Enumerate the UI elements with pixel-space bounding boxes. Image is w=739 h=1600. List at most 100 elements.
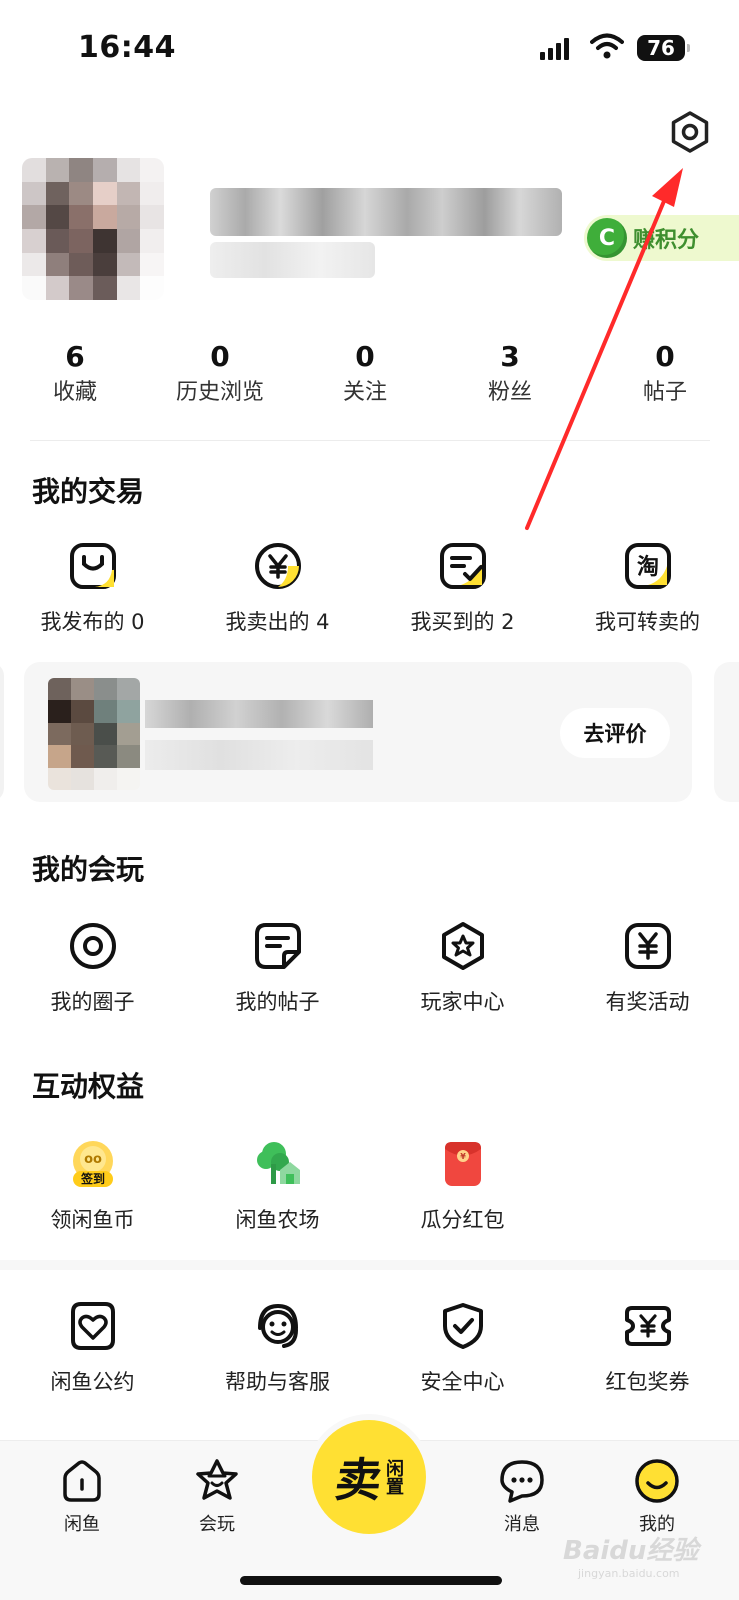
message-icon [500,1460,544,1503]
svg-text:oo: oo [84,1152,102,1167]
divider [30,440,710,441]
stat-history[interactable]: 0 历史浏览 [150,340,290,410]
play-activities-label: 有奖活动 [605,990,690,1014]
play-activities[interactable]: 有奖活动 [555,920,739,1016]
checkin-coin-icon: oo 签到 [72,1141,113,1187]
stat-value: 0 [210,340,230,373]
svg-text:¥: ¥ [460,1152,466,1161]
avatar[interactable] [22,158,164,300]
benefit-coins-label: 领闲鱼币 [50,1208,135,1232]
status-bar: 16:44 76 [0,0,739,100]
benefit-coins[interactable]: oo 签到 领闲鱼币 [0,1138,185,1234]
service-coupons[interactable]: 红包奖券 [555,1300,739,1396]
yen-circle-icon [254,543,301,589]
stats-row: 6 收藏 0 历史浏览 0 关注 3 粉丝 0 帖子 [0,340,739,420]
shield-check-icon [442,1303,483,1349]
service-security-label: 安全中心 [420,1370,505,1394]
stat-label: 帖子 [642,380,687,405]
post-icon [254,923,301,969]
stat-value: 3 [500,340,520,373]
points-coin-icon: C [587,218,627,258]
stat-value: 0 [355,340,375,373]
play-circles[interactable]: 我的圈子 [0,920,185,1016]
stat-value: 0 [655,340,675,373]
star-face-icon [196,1459,238,1500]
review-button[interactable]: 去评价 [560,708,670,758]
service-convention[interactable]: 闲鱼公约 [0,1300,185,1396]
cellular-signal-icon [540,38,569,60]
smile-avatar-icon [635,1459,679,1503]
product-subtitle-obscured [145,740,373,770]
play-posts[interactable]: 我的帖子 [185,920,370,1016]
play-circles-label: 我的圈子 [50,990,135,1014]
heart-shield-icon [70,1302,115,1350]
stat-favorites[interactable]: 6 收藏 [5,340,145,410]
settings-gear-icon[interactable] [668,110,712,154]
username-obscured [210,188,562,236]
stat-posts[interactable]: 0 帖子 [595,340,735,410]
stat-label: 收藏 [52,380,97,405]
svg-text:淘: 淘 [636,554,658,580]
trade-published-label: 我发布的 0 [40,610,145,634]
earn-points-label: 赚积分 [633,228,700,253]
earn-points-button[interactable]: C 赚积分 [584,215,739,261]
watermark-url: jingyan.baidu.com [578,1567,680,1580]
section-title-trade: 我的交易 [32,475,145,508]
play-player-center[interactable]: 玩家中心 [370,920,555,1016]
section-title-play: 我的会玩 [32,853,145,886]
tab-messages[interactable]: 消息 [477,1458,567,1536]
play-player-center-label: 玩家中心 [420,990,505,1014]
trade-sold[interactable]: 我卖出的 4 [185,540,370,636]
benefit-farm[interactable]: 闲鱼农场 [185,1138,370,1234]
tab-me[interactable]: 我的 [612,1458,702,1536]
trade-resellable-label: 我可转卖的 [595,610,700,634]
tab-play-label: 会玩 [199,1514,235,1535]
taobao-icon: 淘 [624,543,671,589]
service-security[interactable]: 安全中心 [370,1300,555,1396]
stat-fans[interactable]: 3 粉丝 [440,340,580,410]
service-convention-label: 闲鱼公约 [50,1370,135,1394]
product-title-obscured [145,700,373,728]
bag-icon [69,543,116,589]
headset-icon [257,1303,298,1348]
tab-home-label: 闲鱼 [64,1514,100,1535]
service-help[interactable]: 帮助与客服 [185,1300,370,1396]
sell-idle-button[interactable]: 卖 闲置 [312,1420,426,1534]
user-subtitle-obscured [210,242,375,278]
trade-bought-label: 我买到的 2 [410,610,515,634]
trade-resellable[interactable]: 淘 我可转卖的 [555,540,739,636]
farm-icon [256,1142,300,1184]
stat-value: 6 [65,340,85,373]
coupon-icon [624,1306,671,1346]
watermark: Baidu经验 [563,1536,699,1566]
benefit-red-packet[interactable]: ¥ 瓜分红包 [370,1138,555,1234]
carousel-next-card [714,662,739,802]
sell-big-label: 卖 [331,1453,386,1507]
circle-icon [69,923,116,969]
tab-play[interactable]: 会玩 [172,1458,262,1536]
stat-label: 历史浏览 [175,380,264,405]
red-packet-icon: ¥ [444,1142,481,1186]
service-help-label: 帮助与客服 [225,1370,330,1394]
carousel-prev-card [0,662,4,802]
tab-home[interactable]: 闲鱼 [37,1458,127,1536]
section-title-benefits: 互动权益 [32,1070,145,1103]
stat-label: 粉丝 [487,380,532,405]
wifi-icon [590,33,624,59]
benefit-red-packet-label: 瓜分红包 [420,1208,505,1232]
section-separator [0,1260,739,1270]
trade-published[interactable]: 我发布的 0 [0,540,185,636]
home-indicator[interactable] [240,1576,502,1585]
checkin-badge-text: 签到 [79,1171,104,1186]
stat-label: 关注 [342,380,387,405]
checklist-icon [439,543,486,589]
service-coupons-label: 红包奖券 [605,1370,690,1394]
stat-following[interactable]: 0 关注 [295,340,435,410]
sell-small-label: 闲置 [383,1459,404,1495]
battery-indicator: 76 [637,35,690,61]
product-thumbnail [48,678,140,790]
star-badge-icon [441,922,484,970]
trade-bought[interactable]: 我买到的 2 [370,540,555,636]
benefit-farm-label: 闲鱼农场 [235,1208,320,1232]
trade-sold-label: 我卖出的 4 [225,610,330,634]
